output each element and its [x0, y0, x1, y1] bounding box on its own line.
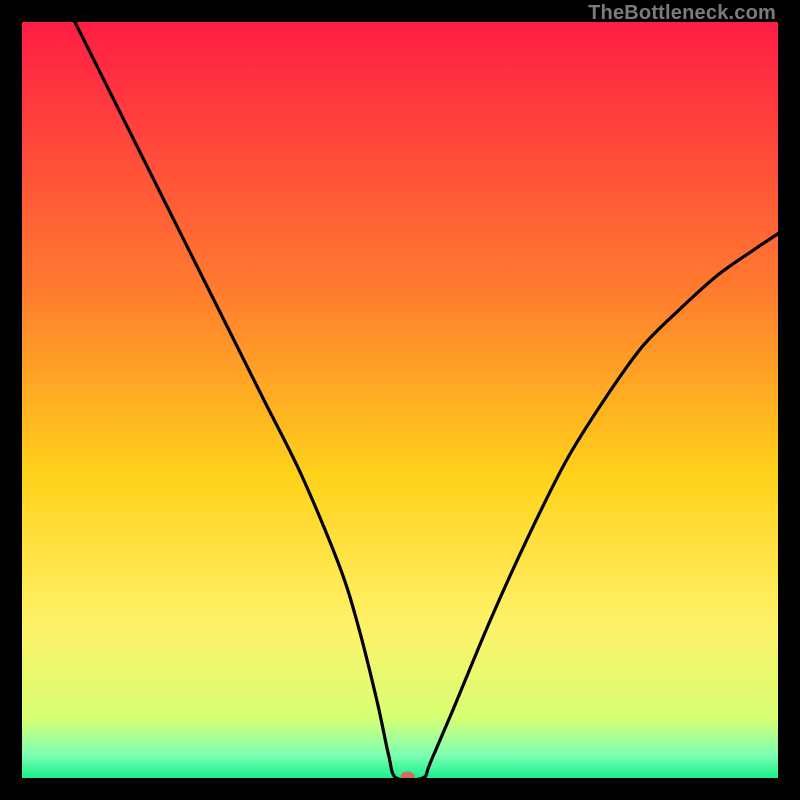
bottleneck-chart [22, 22, 778, 778]
chart-background [22, 22, 778, 778]
chart-frame: TheBottleneck.com [0, 0, 800, 800]
plot-area [22, 22, 778, 778]
